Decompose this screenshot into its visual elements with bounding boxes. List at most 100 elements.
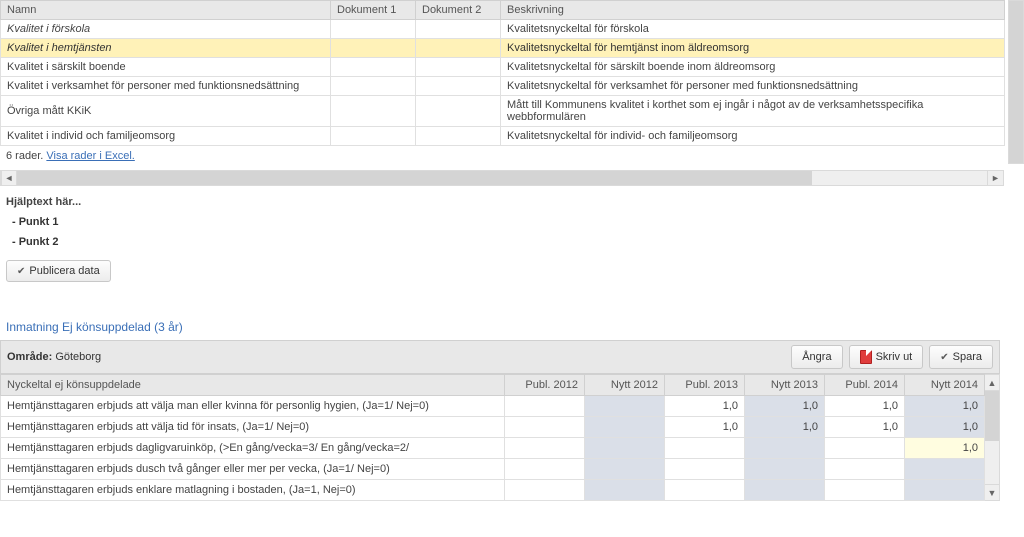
col-namn-header[interactable]: Namn xyxy=(1,1,331,20)
vertical-scroll-thumb-top[interactable] xyxy=(1009,1,1023,163)
cell-namn[interactable]: Övriga mått KKiK xyxy=(1,96,331,127)
area-value: Göteborg xyxy=(55,351,101,363)
cell-dok[interactable] xyxy=(331,20,416,39)
publicera-label: Publicera data xyxy=(29,265,99,277)
cell-nytt[interactable] xyxy=(745,480,825,501)
cell-namn[interactable]: Kvalitet i förskola xyxy=(1,20,331,39)
vertical-scrollbar-top[interactable] xyxy=(1008,0,1024,164)
cell-nytt[interactable] xyxy=(905,480,985,501)
table-row[interactable]: Kvalitet i individ och familjeomsorg Kval… xyxy=(1,127,1005,146)
cell-dok[interactable] xyxy=(416,20,501,39)
cell-nytt[interactable] xyxy=(585,459,665,480)
scroll-left-arrow-icon[interactable]: ◄ xyxy=(1,171,17,185)
vertical-scrollbar-data[interactable]: ▲ ▼ xyxy=(985,374,1000,501)
section-title-suffix: ) xyxy=(179,320,183,334)
check-icon xyxy=(17,265,25,277)
cell-besk[interactable]: Kvalitetsnyckeltal för verksamhet för pe… xyxy=(501,77,1005,96)
cell-dok[interactable] xyxy=(416,96,501,127)
col-publ-2012[interactable]: Publ. 2012 xyxy=(505,375,585,396)
cell-publ xyxy=(505,480,585,501)
data-row[interactable]: Hemtjänsttagaren erbjuds enklare matlagn… xyxy=(1,480,985,501)
cell-nytt[interactable]: 1,0 xyxy=(745,417,825,438)
cell-besk[interactable]: Kvalitetsnyckeltal för individ- och fami… xyxy=(501,127,1005,146)
cell-nytt[interactable] xyxy=(585,417,665,438)
data-row[interactable]: Hemtjänsttagaren erbjuds dagligvaruinköp… xyxy=(1,438,985,459)
section-title: Inmatning Ej könsuppdelad (3 år) xyxy=(0,312,1024,340)
cell-namn[interactable]: Kvalitet i hemtjänsten xyxy=(1,39,331,58)
cell-nytt[interactable]: 1,0 xyxy=(905,417,985,438)
publicera-data-button[interactable]: Publicera data xyxy=(6,260,111,282)
table-row[interactable]: Kvalitet i särskilt boende Kvalitetsnycke… xyxy=(1,58,1005,77)
cell-nytt[interactable]: 1,0 xyxy=(745,396,825,417)
cell-nytt[interactable] xyxy=(745,459,825,480)
cell-besk[interactable]: Kvalitetsnyckeltal för hemtjänst inom äl… xyxy=(501,39,1005,58)
cell-publ xyxy=(505,438,585,459)
cell-namn[interactable]: Kvalitet i särskilt boende xyxy=(1,58,331,77)
col-publ-2013[interactable]: Publ. 2013 xyxy=(665,375,745,396)
horizontal-scrollbar[interactable]: ◄ ► xyxy=(0,170,1004,186)
cell-nytt[interactable] xyxy=(585,480,665,501)
table-row[interactable]: Kvalitet i verksamhet för personer med f… xyxy=(1,77,1005,96)
cell-nytt[interactable] xyxy=(585,438,665,459)
cell-nytt[interactable]: 1,0 xyxy=(905,396,985,417)
skriv-ut-button[interactable]: Skriv ut xyxy=(849,345,924,369)
help-punkt-2: - Punkt 2 xyxy=(12,236,1018,248)
top-table-footer: 6 rader. Visa rader i Excel. xyxy=(0,146,1024,166)
table-row[interactable]: Kvalitet i hemtjänsten Kvalitetsnyckeltal… xyxy=(1,39,1005,58)
show-in-excel-link[interactable]: Visa rader i Excel. xyxy=(46,150,134,162)
data-header-label[interactable]: Nyckeltal ej könsuppdelade xyxy=(1,375,505,396)
data-row[interactable]: Hemtjänsttagaren erbjuds att välja tid f… xyxy=(1,417,985,438)
area-label: Område: xyxy=(7,351,52,363)
col-nytt-2013[interactable]: Nytt 2013 xyxy=(745,375,825,396)
top-list-table[interactable]: Namn Dokument 1 Dokument 2 Beskrivning K… xyxy=(0,0,1005,146)
cell-nytt[interactable] xyxy=(905,459,985,480)
cell-dok[interactable] xyxy=(331,39,416,58)
table-row[interactable]: Kvalitet i förskola Kvalitetsnyckeltal fö… xyxy=(1,20,1005,39)
cell-dok[interactable] xyxy=(331,96,416,127)
cell-dok[interactable] xyxy=(331,77,416,96)
angra-button[interactable]: Ångra xyxy=(791,345,842,369)
col-nytt-2014[interactable]: Nytt 2014 xyxy=(905,375,985,396)
scroll-thumb[interactable] xyxy=(17,171,812,185)
col-nytt-2012[interactable]: Nytt 2012 xyxy=(585,375,665,396)
cell-publ xyxy=(665,459,745,480)
pdf-icon xyxy=(860,350,872,364)
help-punkt-1: - Punkt 1 xyxy=(12,216,1018,228)
spara-button[interactable]: Spara xyxy=(929,345,993,369)
vertical-scroll-thumb-data[interactable] xyxy=(985,391,999,441)
cell-dok[interactable] xyxy=(331,127,416,146)
cell-dok[interactable] xyxy=(416,39,501,58)
row-label: Hemtjänsttagaren erbjuds enklare matlagn… xyxy=(1,480,505,501)
cell-namn[interactable]: Kvalitet i verksamhet för personer med f… xyxy=(1,77,331,96)
cell-publ xyxy=(665,480,745,501)
table-row[interactable]: Övriga mått KKiK Mått till Kommunens kval… xyxy=(1,96,1005,127)
data-row[interactable]: Hemtjänsttagaren erbjuds att välja man e… xyxy=(1,396,985,417)
col-besk-header[interactable]: Beskrivning xyxy=(501,1,1005,20)
cell-nytt[interactable] xyxy=(745,438,825,459)
cell-nytt[interactable]: 1,0 xyxy=(905,438,985,459)
row-label: Hemtjänsttagaren erbjuds att välja man e… xyxy=(1,396,505,417)
cell-publ: 1,0 xyxy=(665,396,745,417)
cell-besk[interactable]: Mått till Kommunens kvalitet i korthet s… xyxy=(501,96,1005,127)
cell-publ xyxy=(505,459,585,480)
cell-besk[interactable]: Kvalitetsnyckeltal för förskola xyxy=(501,20,1005,39)
scroll-right-arrow-icon[interactable]: ► xyxy=(987,171,1003,185)
cell-namn[interactable]: Kvalitet i individ och familjeomsorg xyxy=(1,127,331,146)
row-label: Hemtjänsttagaren erbjuds att välja tid f… xyxy=(1,417,505,438)
data-entry-table[interactable]: Nyckeltal ej könsuppdelade Publ. 2012 Ny… xyxy=(0,374,985,501)
scroll-down-arrow-icon[interactable]: ▼ xyxy=(985,484,999,500)
row-label: Hemtjänsttagaren erbjuds dagligvaruinköp… xyxy=(1,438,505,459)
col-dok2-header[interactable]: Dokument 2 xyxy=(416,1,501,20)
cell-besk[interactable]: Kvalitetsnyckeltal för särskilt boende i… xyxy=(501,58,1005,77)
col-publ-2014[interactable]: Publ. 2014 xyxy=(825,375,905,396)
scroll-track[interactable] xyxy=(17,171,987,185)
cell-publ xyxy=(825,480,905,501)
col-dok1-header[interactable]: Dokument 1 xyxy=(331,1,416,20)
cell-dok[interactable] xyxy=(331,58,416,77)
data-row[interactable]: Hemtjänsttagaren erbjuds dusch två gånge… xyxy=(1,459,985,480)
scroll-up-arrow-icon[interactable]: ▲ xyxy=(985,375,999,391)
cell-dok[interactable] xyxy=(416,127,501,146)
cell-dok[interactable] xyxy=(416,58,501,77)
cell-nytt[interactable] xyxy=(585,396,665,417)
cell-dok[interactable] xyxy=(416,77,501,96)
